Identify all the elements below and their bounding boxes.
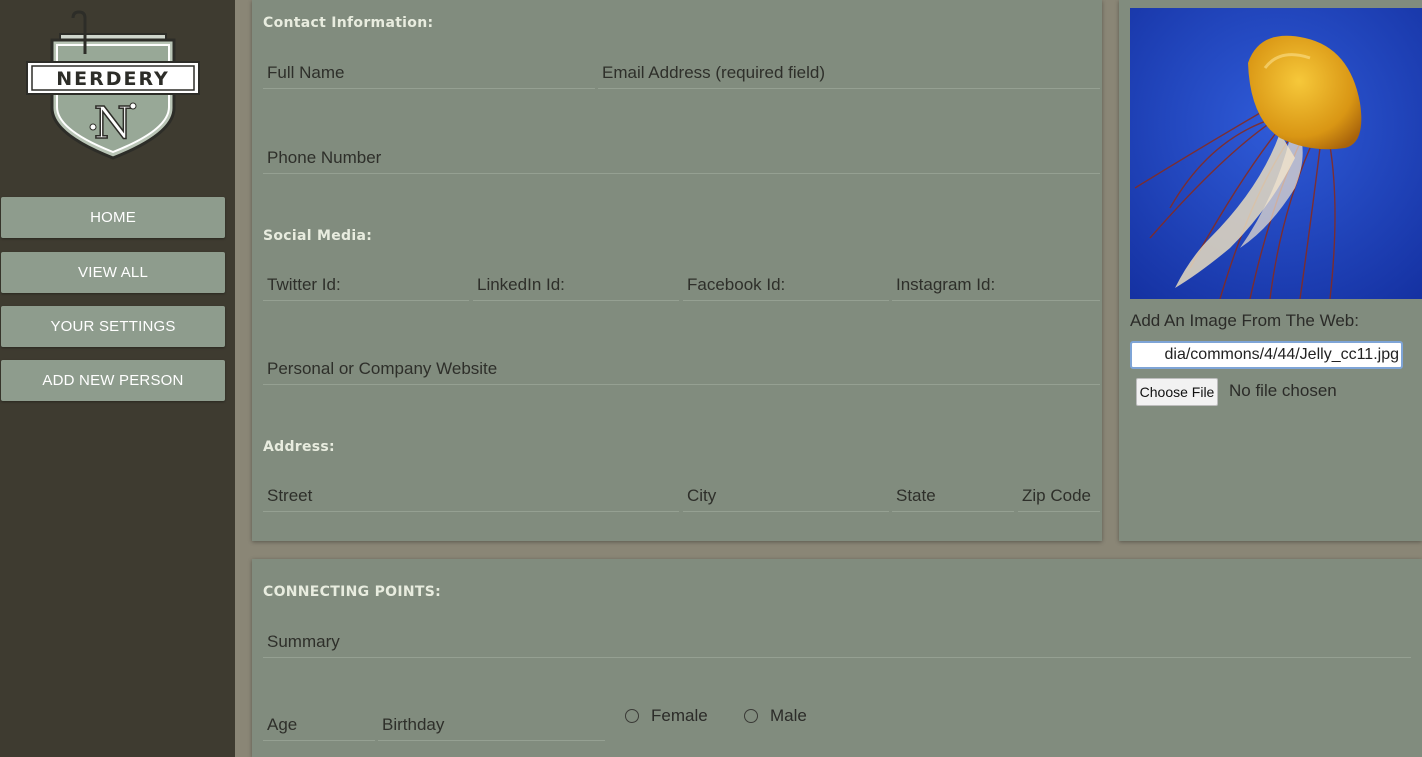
web-image-url-input[interactable] — [1130, 341, 1403, 369]
no-file-status: No file chosen — [1229, 381, 1337, 400]
birthday-input[interactable] — [378, 713, 605, 741]
phone-input[interactable] — [263, 146, 1100, 174]
logo-letter: N — [94, 98, 133, 149]
connecting-section-title: CONNECTING POINTS: — [263, 584, 442, 600]
facebook-input[interactable] — [683, 273, 889, 301]
linkedin-input[interactable] — [473, 273, 679, 301]
street-input[interactable] — [263, 484, 679, 512]
social-section-title: Social Media: — [263, 228, 373, 244]
nav-view-all-button[interactable]: VIEW ALL — [1, 252, 225, 293]
summary-input[interactable] — [263, 630, 1411, 658]
zip-input[interactable] — [1018, 484, 1100, 512]
state-input[interactable] — [892, 484, 1014, 512]
male-radio[interactable] — [744, 709, 758, 723]
female-label: Female — [651, 706, 708, 725]
male-radio-option[interactable]: Male — [744, 706, 807, 726]
logo-text: NERDERY — [56, 68, 170, 90]
email-input[interactable] — [598, 61, 1100, 89]
website-input[interactable] — [263, 357, 1100, 385]
female-radio[interactable] — [625, 709, 639, 723]
city-input[interactable] — [683, 484, 889, 512]
nav-home-button[interactable]: HOME — [1, 197, 225, 238]
nav-add-person-button[interactable]: ADD NEW PERSON — [1, 360, 225, 401]
male-label: Male — [770, 706, 807, 725]
nav-settings-button[interactable]: YOUR SETTINGS — [1, 306, 225, 347]
web-image-label: Add An Image From The Web: — [1130, 311, 1359, 330]
image-panel: Add An Image From The Web: Choose File N… — [1119, 0, 1422, 541]
nerdery-logo[interactable]: NERDERY N — [24, 10, 202, 170]
twitter-input[interactable] — [263, 273, 469, 301]
instagram-input[interactable] — [892, 273, 1100, 301]
female-radio-option[interactable]: Female — [625, 706, 708, 726]
sidebar: NERDERY N HOME VIEW ALL YOUR SETTINGS AD… — [0, 0, 235, 757]
full-name-input[interactable] — [263, 61, 595, 89]
contact-section-title: Contact Information: — [263, 15, 434, 31]
profile-photo — [1130, 8, 1422, 299]
address-section-title: Address: — [263, 439, 335, 455]
age-input[interactable] — [263, 713, 375, 741]
choose-file-button[interactable]: Choose File — [1136, 378, 1218, 406]
